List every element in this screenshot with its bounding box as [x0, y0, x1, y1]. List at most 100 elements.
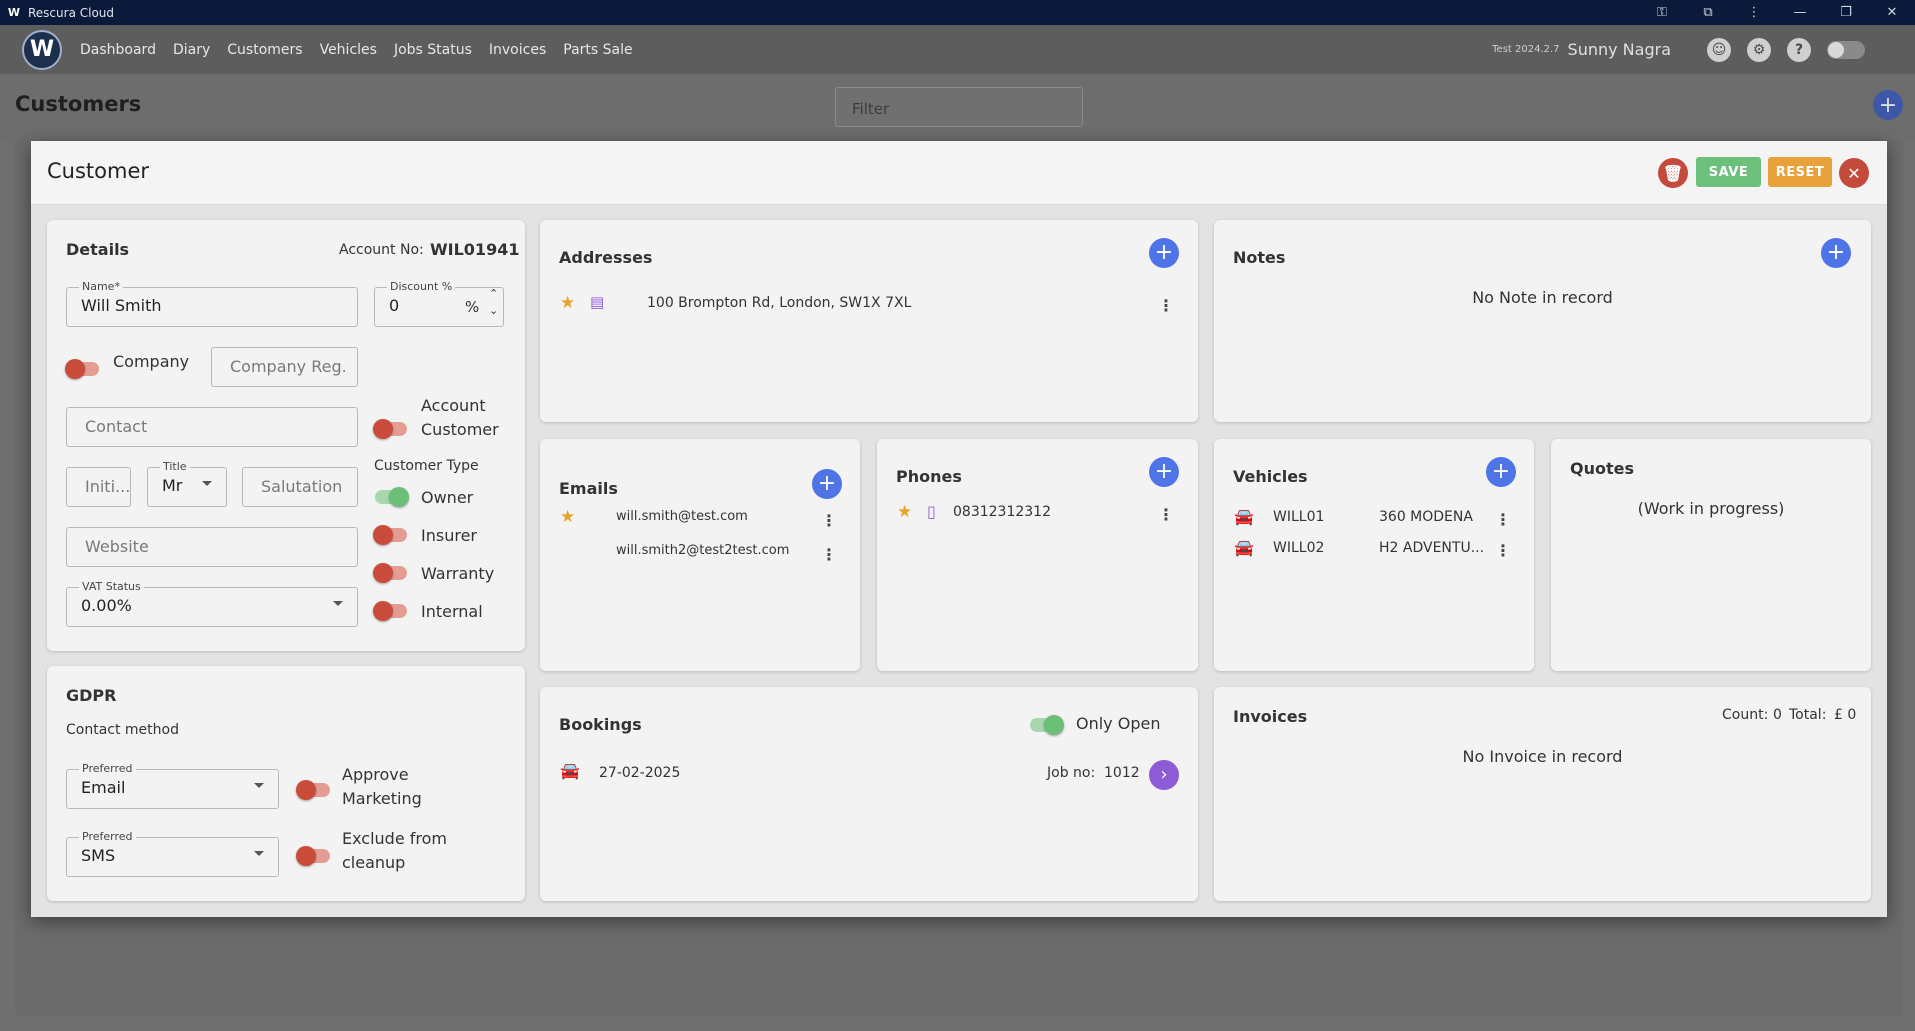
invoice-count-label: Count:	[1722, 707, 1769, 723]
discount-label: Discount %	[387, 280, 456, 293]
internal-toggle[interactable]	[373, 601, 407, 621]
nav-invoices[interactable]: Invoices	[489, 42, 546, 58]
account-customer-toggle[interactable]	[373, 419, 407, 439]
add-phone-button[interactable]: +	[1149, 457, 1179, 487]
dialog-title: Customer	[47, 159, 150, 183]
warranty-label: Warranty	[421, 564, 495, 583]
initials-field[interactable]: Initi...	[66, 467, 131, 507]
email-menu-button-1[interactable]: ⋮	[821, 511, 837, 530]
booking-car-icon: 🚘	[560, 761, 580, 780]
filter-input[interactable]: Filter	[835, 87, 1083, 127]
phone-menu-button[interactable]: ⋮	[1158, 505, 1174, 524]
addresses-title: Addresses	[559, 248, 653, 267]
email-menu-button-2[interactable]: ⋮	[821, 545, 837, 564]
insurer-label: Insurer	[421, 526, 477, 545]
salutation-field[interactable]: Salutation	[242, 467, 358, 507]
star-icon[interactable]: ★	[560, 507, 575, 527]
chevron-down-icon	[202, 481, 212, 486]
window-titlebar: W Rescura Cloud ⚿ ⧉ ⋮ — ❐ ✕	[0, 0, 1915, 25]
add-email-button[interactable]: +	[812, 469, 842, 499]
extension-icon[interactable]: ⧉	[1685, 0, 1731, 25]
add-vehicle-button[interactable]: +	[1486, 457, 1516, 487]
insurer-toggle[interactable]	[373, 525, 407, 545]
owner-toggle[interactable]	[375, 487, 409, 507]
restore-button[interactable]: ❐	[1823, 0, 1869, 25]
star-icon[interactable]: ★	[897, 502, 912, 522]
exclude-cleanup-toggle[interactable]	[296, 846, 330, 866]
brand-logo[interactable]: W	[22, 29, 62, 70]
notes-card: Notes + No Note in record	[1214, 220, 1871, 422]
star-icon[interactable]: ★	[560, 293, 575, 313]
save-button[interactable]: SAVE	[1696, 157, 1761, 187]
add-customer-button[interactable]: +	[1873, 90, 1903, 120]
close-window-button[interactable]: ✕	[1869, 0, 1915, 25]
gdpr-title: GDPR	[66, 686, 117, 705]
exclude-cleanup-label-1: Exclude from	[342, 829, 447, 848]
discount-unit: %	[465, 298, 480, 316]
vehicle-reg-1[interactable]: WILL01	[1273, 509, 1324, 525]
warranty-toggle[interactable]	[373, 563, 407, 583]
preferred-1-select[interactable]: Preferred Email	[66, 762, 279, 809]
account-no-value: WIL01941	[430, 240, 520, 259]
delete-button[interactable]: 🗑	[1658, 158, 1688, 188]
internal-label: Internal	[421, 602, 483, 621]
account-icon[interactable]: ☺	[1707, 37, 1731, 62]
vehicle-model-1: 360 MODENA	[1379, 509, 1473, 525]
close-icon: ✕	[1847, 163, 1861, 183]
add-note-button[interactable]: +	[1821, 238, 1851, 268]
theme-toggle[interactable]	[1827, 40, 1865, 59]
discount-value: 0	[389, 296, 400, 315]
vehicle-menu-button-1[interactable]: ⋮	[1495, 510, 1511, 529]
notes-title: Notes	[1233, 248, 1286, 267]
vehicle-menu-button-2[interactable]: ⋮	[1495, 541, 1511, 560]
title-value: Mr	[162, 476, 183, 495]
key-icon[interactable]: ⚿	[1639, 0, 1685, 25]
discount-stepper-up-icon[interactable]: ⌃	[489, 287, 498, 300]
approve-marketing-toggle[interactable]	[296, 780, 330, 800]
nav-customers[interactable]: Customers	[227, 42, 302, 58]
contact-placeholder: Contact	[85, 417, 148, 436]
preferred-2-value: SMS	[81, 846, 116, 865]
company-label: Company	[113, 352, 190, 371]
address-menu-button[interactable]: ⋮	[1158, 296, 1174, 315]
minimize-button[interactable]: —	[1777, 0, 1823, 25]
vehicle-reg-2[interactable]: WILL02	[1273, 540, 1324, 556]
vat-status-label: VAT Status	[79, 580, 144, 593]
vat-status-select[interactable]: VAT Status 0.00%	[66, 580, 358, 627]
vat-status-value: 0.00%	[81, 596, 132, 615]
chevron-down-icon	[254, 783, 264, 788]
page-title: Customers	[15, 92, 142, 116]
bookings-title: Bookings	[559, 715, 642, 734]
close-dialog-button[interactable]: ✕	[1839, 158, 1869, 188]
website-field[interactable]: Website	[66, 527, 358, 567]
nav-vehicles[interactable]: Vehicles	[320, 42, 377, 58]
preferred-2-select[interactable]: Preferred SMS	[66, 830, 279, 877]
more-vertical-icon[interactable]: ⋮	[1731, 0, 1777, 25]
nav-jobs-status[interactable]: Jobs Status	[394, 42, 472, 58]
nav-dashboard[interactable]: Dashboard	[80, 42, 156, 58]
addresses-card: Addresses + ★ ▤ 100 Brompton Rd, London,…	[540, 220, 1198, 422]
emails-title: Emails	[559, 479, 618, 498]
company-toggle[interactable]	[65, 359, 99, 379]
settings-gear-icon[interactable]: ⚙	[1747, 37, 1771, 62]
discount-field[interactable]: Discount % 0 % ⌃ ⌄	[374, 280, 504, 327]
help-icon[interactable]: ?	[1787, 37, 1811, 62]
name-label: Name*	[79, 280, 123, 293]
approve-marketing-label-2: Marketing	[342, 789, 422, 808]
emails-card: Emails + ★ will.smith@test.com ⋮ will.sm…	[540, 439, 860, 671]
preferred-1-label: Preferred	[79, 762, 136, 775]
invoices-empty-message: No Invoice in record	[1462, 747, 1623, 766]
nav-parts-sale[interactable]: Parts Sale	[563, 42, 632, 58]
open-booking-button[interactable]: ›	[1149, 760, 1179, 790]
invoice-count: 0	[1773, 707, 1782, 723]
nav-diary[interactable]: Diary	[173, 42, 210, 58]
contact-field[interactable]: Contact	[66, 407, 358, 447]
company-reg-field[interactable]: Company Reg.	[211, 347, 358, 387]
title-select[interactable]: Title Mr	[147, 460, 227, 507]
reset-button[interactable]: RESET	[1768, 157, 1832, 187]
discount-stepper-down-icon[interactable]: ⌄	[489, 304, 498, 317]
add-address-button[interactable]: +	[1149, 238, 1179, 268]
only-open-toggle[interactable]	[1030, 715, 1064, 735]
vehicle-model-2: H2 ADVENTU...	[1379, 540, 1485, 556]
name-field[interactable]: Name* Will Smith	[66, 280, 358, 327]
